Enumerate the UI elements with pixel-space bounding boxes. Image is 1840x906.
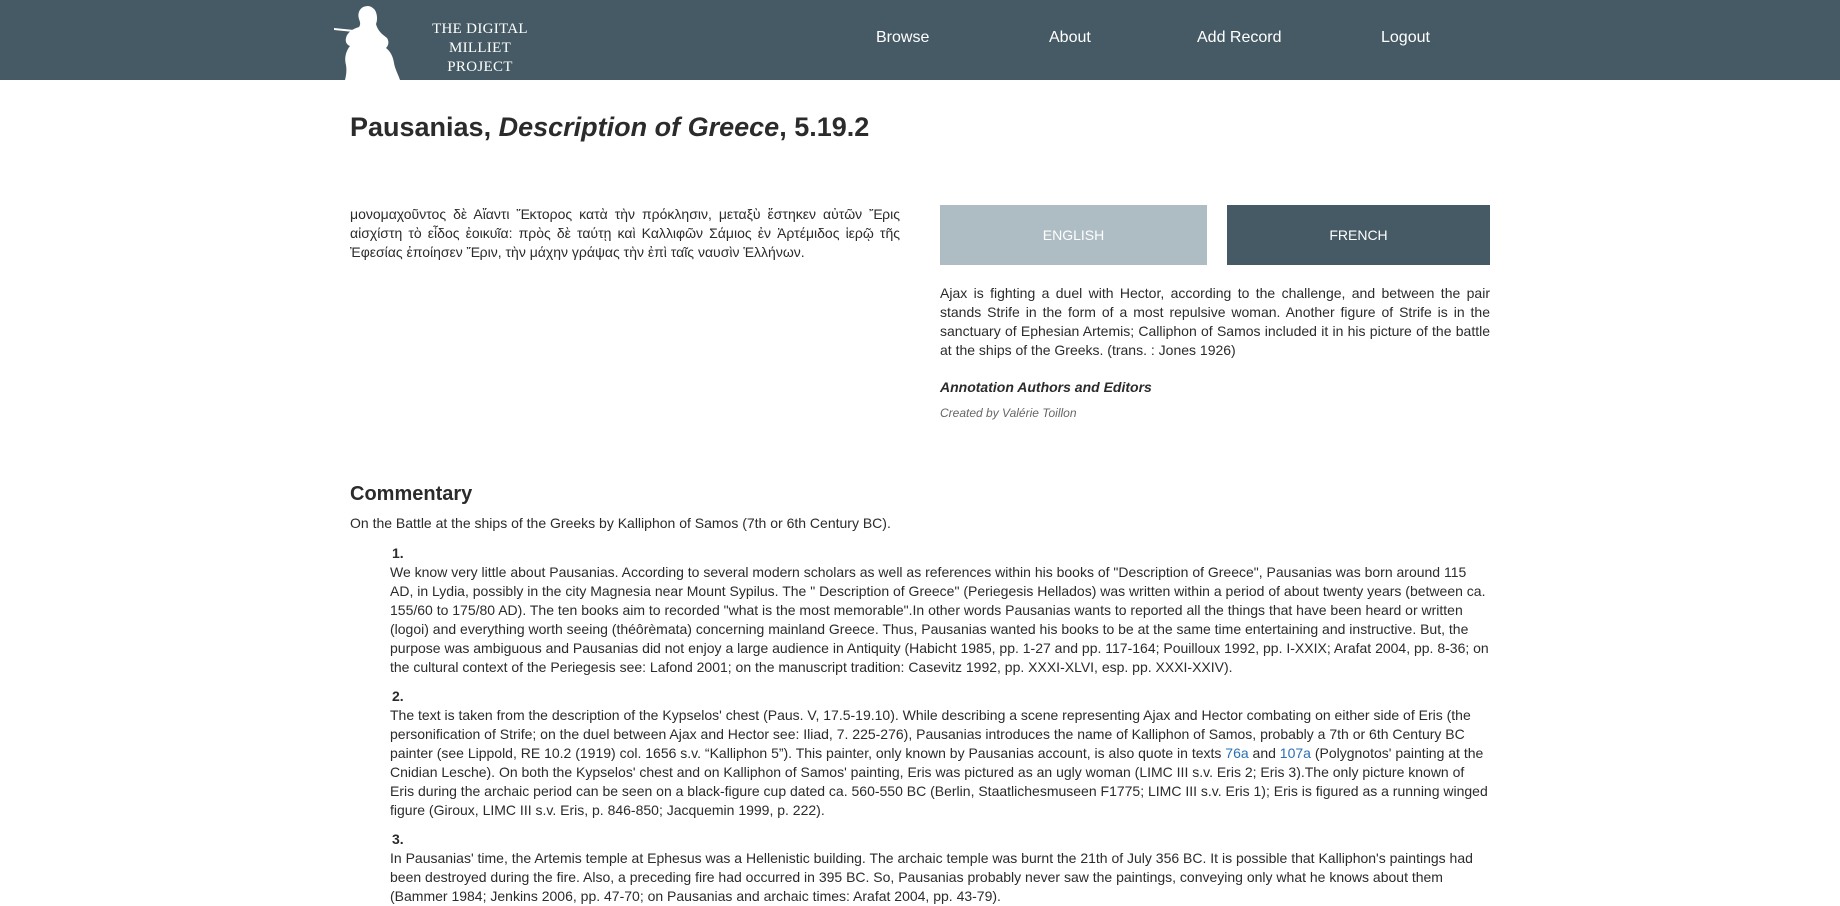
logo-text: THE DIGITAL MILLIET PROJECT: [400, 20, 560, 77]
translation-text: Ajax is fighting a duel with Hector, acc…: [940, 285, 1490, 358]
link-record-107a[interactable]: 107a: [1280, 745, 1311, 761]
top-navigation-bar: THE DIGITAL MILLIET PROJECT Browse About…: [0, 0, 1840, 80]
nav-add-record-link[interactable]: Add Record: [1197, 29, 1282, 47]
note-2-text-part: and: [1248, 745, 1280, 761]
link-record-76a[interactable]: 76a: [1225, 745, 1248, 761]
nav-browse-link[interactable]: Browse: [876, 29, 929, 47]
figure-silhouette-icon: [334, 6, 400, 80]
logo-line-1: THE DIGITAL MILLIET: [432, 21, 528, 56]
tab-french[interactable]: FRENCH: [1227, 205, 1490, 265]
created-by-text: Created by Valérie Toillon: [940, 406, 1077, 420]
note-number-3: 3.: [392, 831, 404, 847]
note-number-1: 1.: [392, 545, 404, 561]
title-author: Pausanias,: [350, 112, 499, 142]
tab-english[interactable]: ENGLISH: [940, 205, 1207, 265]
title-reference: , 5.19.2: [779, 112, 870, 142]
site-logo[interactable]: THE DIGITAL MILLIET PROJECT: [330, 0, 560, 80]
note-text-2: The text is taken from the description o…: [390, 706, 1490, 820]
page-title: Pausanias, Description of Greece, 5.19.2: [350, 112, 869, 143]
note-text-3: In Pausanias' time, the Artemis temple a…: [390, 850, 1473, 904]
note-number-2: 2.: [392, 688, 404, 704]
nav-about-link[interactable]: About: [1049, 29, 1091, 47]
nav-logout-link[interactable]: Logout: [1381, 29, 1430, 47]
commentary-subtitle: On the Battle at the ships of the Greeks…: [350, 515, 891, 531]
greek-source-text: μονομαχοῦντος δὲ Αἴαντι Ἕκτορος κατὰ τὴν…: [350, 206, 900, 260]
annotation-authors-heading: Annotation Authors and Editors: [940, 379, 1152, 395]
commentary-heading: Commentary: [350, 483, 473, 505]
note-text-1: We know very little about Pausanias. Acc…: [390, 564, 1489, 675]
title-work: Description of Greece: [498, 112, 780, 142]
logo-line-2: PROJECT: [447, 59, 513, 75]
